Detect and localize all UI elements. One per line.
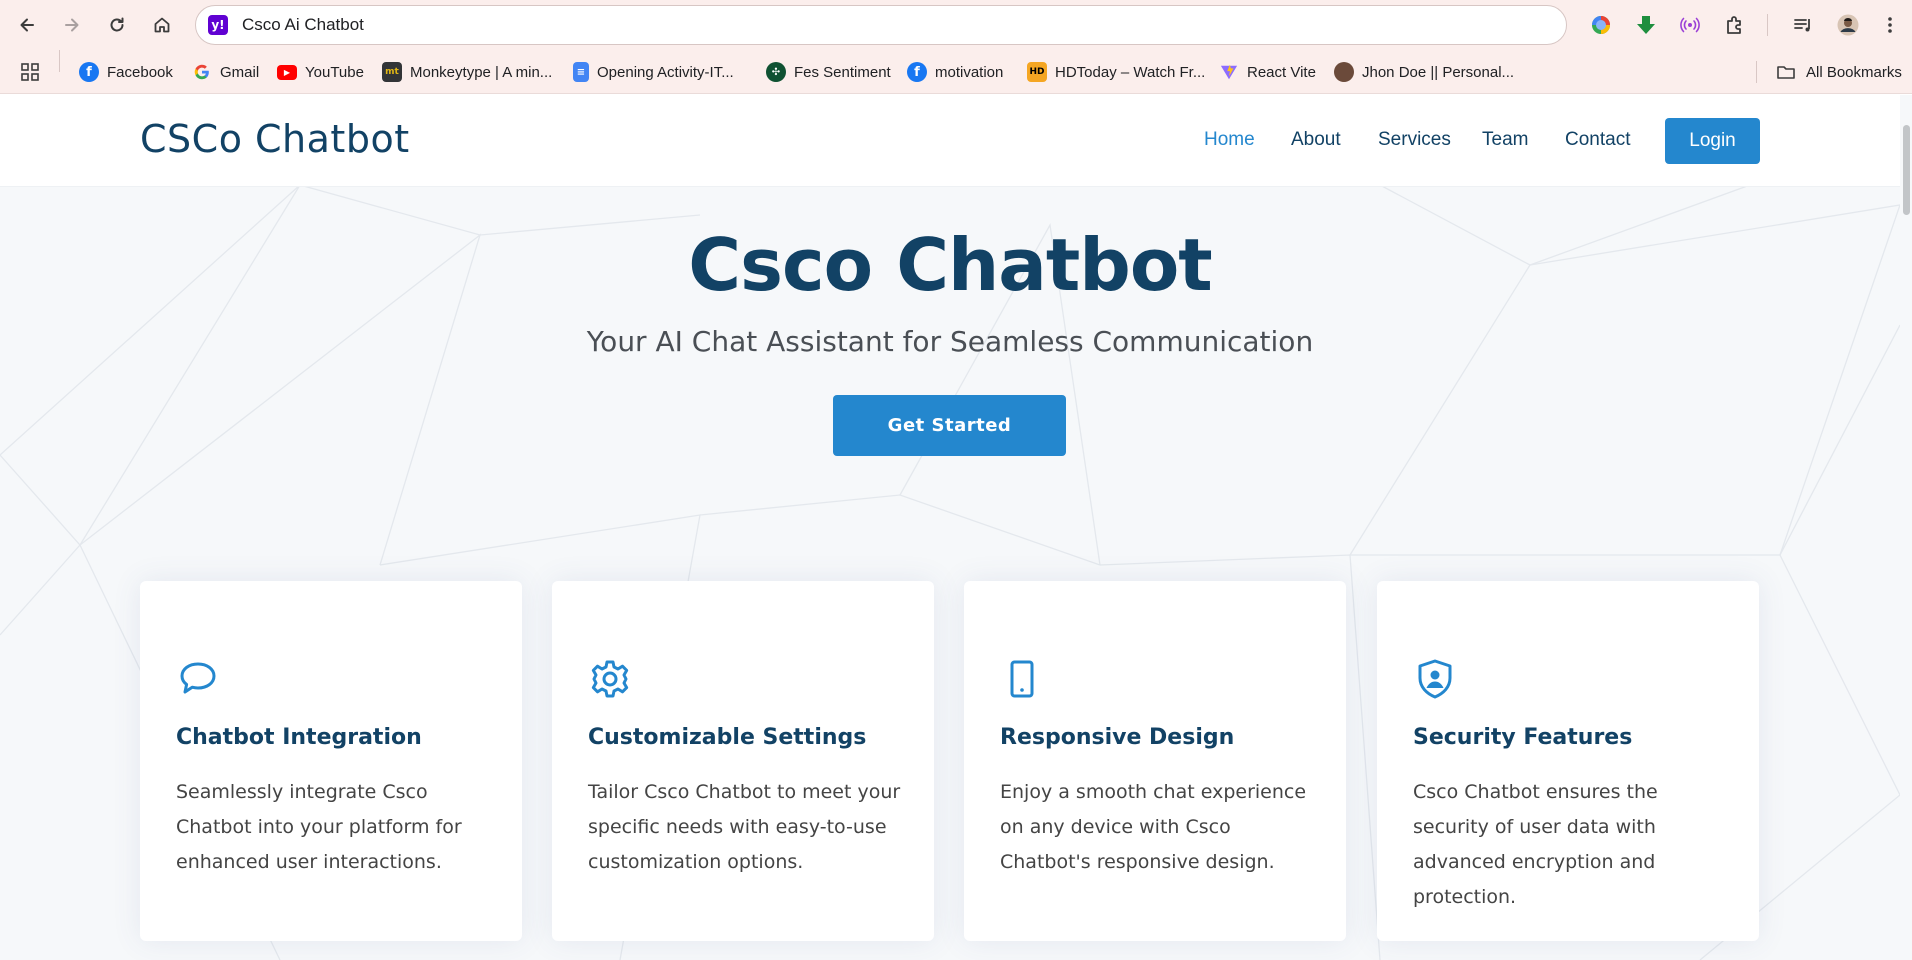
download-arrow-icon [1637, 16, 1655, 34]
feature-card-customizable-settings: Customizable Settings Tailor Csco Chatbo… [552, 581, 934, 941]
folder-icon [1777, 66, 1795, 79]
kebab-menu-icon [1888, 17, 1892, 33]
nav-about[interactable]: About [1291, 129, 1341, 151]
hero-subtitle: Your AI Chat Assistant for Seamless Comm… [586, 325, 1314, 358]
bookmark-label: Jhon Doe || Personal... [1362, 63, 1515, 81]
feature-card-responsive-design: Responsive Design Enjoy a smooth chat ex… [964, 581, 1346, 941]
apps-grid-icon [21, 63, 39, 81]
broadcast-extension-button[interactable] [1677, 12, 1703, 38]
color-wheel-icon [1592, 16, 1610, 34]
bookmark-react-vite[interactable]: React Vite [1219, 61, 1316, 83]
profile-button[interactable] [1835, 12, 1861, 38]
nav-services[interactable]: Services [1378, 129, 1451, 151]
forward-button[interactable] [56, 9, 88, 41]
bookmark-label: Fes Sentiment [794, 63, 891, 81]
bookmark-gmail[interactable]: Gmail [192, 61, 259, 83]
feature-title: Security Features [1413, 725, 1633, 750]
monkeytype-icon: mt [382, 62, 402, 82]
back-arrow-icon [20, 18, 34, 32]
nav-contact[interactable]: Contact [1565, 129, 1630, 151]
feature-description: Csco Chatbot ensures the security of use… [1413, 781, 1658, 908]
hdtoday-icon: HD [1027, 62, 1047, 82]
bookmark-jhon-doe[interactable]: Jhon Doe || Personal... [1334, 61, 1514, 83]
download-extension-button[interactable] [1633, 12, 1659, 38]
home-button[interactable] [146, 9, 178, 41]
forward-arrow-icon [65, 18, 79, 32]
bookmark-facebook[interactable]: f Facebook [79, 61, 173, 83]
web-page: CSCo Chatbot Home About Services Team Co… [0, 95, 1912, 960]
feature-card-chatbot-integration: Chatbot Integration Seamlessly integrate… [140, 581, 522, 941]
avatar-icon [1334, 62, 1354, 82]
feature-description: Tailor Csco Chatbot to meet your specifi… [588, 781, 901, 873]
bookmark-monkeytype[interactable]: mt Monkeytype | A min... [382, 61, 552, 83]
broadcast-icon [1680, 17, 1700, 33]
bookmark-fes-sentiment[interactable]: ✣ Fes Sentiment [766, 61, 891, 83]
bookmark-label: Opening Activity-IT... [597, 63, 734, 81]
bookmark-label: Facebook [107, 63, 173, 81]
bookmark-hdtoday[interactable]: HD HDToday – Watch Fr... [1027, 61, 1205, 83]
google-docs-icon: ≡ [573, 62, 589, 82]
toolbar-separator [1767, 14, 1768, 36]
all-bookmarks-label: All Bookmarks [1806, 63, 1902, 81]
apps-button[interactable] [20, 61, 40, 83]
home-icon [154, 17, 170, 33]
address-text: Csco Ai Chatbot [242, 15, 364, 34]
gear-icon [591, 660, 629, 698]
browser-menu-button[interactable] [1877, 12, 1903, 38]
puzzle-icon [1727, 16, 1741, 34]
page-scrollbar[interactable] [1900, 95, 1912, 960]
youtube-icon: ▶ [277, 64, 297, 80]
feature-description: Enjoy a smooth chat experience on any de… [1000, 781, 1307, 873]
site-header: CSCo Chatbot Home About Services Team Co… [0, 95, 1900, 187]
reload-icon [110, 17, 124, 32]
bookmark-label: motivation [935, 63, 1004, 81]
feature-title: Customizable Settings [588, 725, 867, 750]
all-bookmarks-button[interactable]: All Bookmarks [1776, 61, 1902, 83]
address-bar[interactable]: y! Csco Ai Chatbot [195, 5, 1567, 45]
bookmark-label: React Vite [1247, 63, 1316, 81]
facebook-icon: f [79, 62, 99, 82]
scrollbar-thumb[interactable] [1903, 125, 1910, 215]
bookmarks-separator [59, 50, 60, 72]
chat-bubble-icon [180, 662, 216, 694]
feature-title: Responsive Design [1000, 725, 1235, 750]
feature-card-security-features: Security Features Csco Chatbot ensures t… [1377, 581, 1759, 941]
bookmark-label: HDToday – Watch Fr... [1055, 63, 1206, 81]
feature-title: Chatbot Integration [176, 725, 422, 750]
get-started-button[interactable]: Get Started [833, 395, 1066, 456]
bookmark-motivation[interactable]: f motivation [907, 61, 1003, 83]
back-button[interactable] [11, 9, 43, 41]
nav-home[interactable]: Home [1204, 129, 1255, 151]
google-icon [192, 62, 212, 82]
nav-team[interactable]: Team [1482, 129, 1528, 151]
login-button[interactable]: Login [1665, 118, 1760, 164]
bookmark-label: Gmail [220, 63, 260, 81]
yahoo-icon: y! [208, 15, 228, 35]
color-extension-button[interactable] [1588, 12, 1614, 38]
hero-title: Csco Chatbot [688, 223, 1212, 307]
profile-avatar-icon [1837, 14, 1859, 36]
phone-icon [1010, 660, 1034, 698]
shield-user-icon [1418, 659, 1452, 699]
sentiment-icon: ✣ [766, 62, 786, 82]
bookmarks-bar: f Facebook Gmail ▶ YouTube mt Monkeytype… [0, 50, 1912, 94]
bookmarks-separator [1756, 61, 1757, 83]
bookmark-opening-activity[interactable]: ≡ Opening Activity-IT... [573, 61, 734, 83]
playlist-icon [1794, 19, 1810, 32]
site-logo[interactable]: CSCo Chatbot [140, 117, 410, 161]
bookmark-youtube[interactable]: ▶ YouTube [277, 61, 364, 83]
browser-toolbar: y! Csco Ai Chatbot [0, 0, 1912, 50]
bookmark-label: YouTube [305, 63, 364, 81]
bookmark-label: Monkeytype | A min... [410, 63, 553, 81]
reload-button[interactable] [101, 9, 133, 41]
vite-icon [1219, 62, 1239, 82]
extensions-button[interactable] [1722, 12, 1748, 38]
facebook-icon: f [907, 62, 927, 82]
feature-description: Seamlessly integrate Csco Chatbot into y… [176, 781, 462, 873]
media-controls-button[interactable] [1790, 12, 1816, 38]
